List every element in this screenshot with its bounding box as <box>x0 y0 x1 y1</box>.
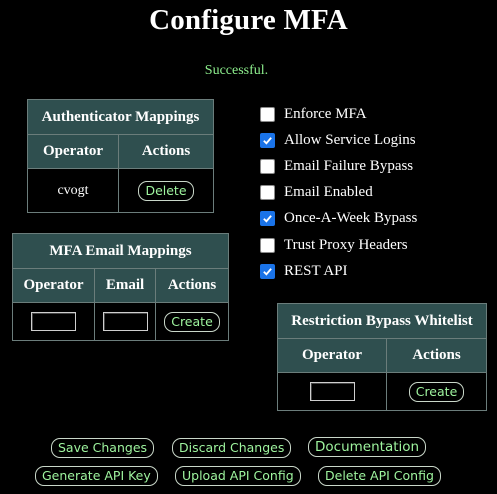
option-once-a-week-bypass[interactable]: Once-A-Week Bypass <box>260 208 417 228</box>
create-whitelist-entry-button[interactable]: Create <box>408 381 465 402</box>
mfa-email-mappings-title: MFA Email Mappings <box>12 233 229 269</box>
checkbox[interactable] <box>260 106 275 122</box>
operator-cell: cvogt <box>27 168 119 213</box>
email-mapping-email-input[interactable] <box>102 312 148 331</box>
operator-input-cell <box>277 372 387 411</box>
option-label: Once-A-Week Bypass <box>284 209 418 226</box>
table-row: Create <box>277 372 487 411</box>
email-mapping-operator-input[interactable] <box>31 312 76 331</box>
whitelist-operator-input[interactable] <box>309 382 355 401</box>
option-enforce-mfa[interactable]: Enforce MFA <box>260 104 367 124</box>
checkbox[interactable] <box>260 237 275 253</box>
generate-api-key-button[interactable]: Generate API Key <box>35 466 158 486</box>
option-allow-service-logins[interactable]: Allow Service Logins <box>260 130 416 150</box>
page-title: Configure MFA <box>149 4 348 36</box>
authenticator-mappings-table: Authenticator Mappings Operator Actions … <box>27 99 214 213</box>
authenticator-mappings-title: Authenticator Mappings <box>27 99 214 135</box>
option-label: Trust Proxy Headers <box>284 236 408 253</box>
email-input-cell <box>94 302 156 341</box>
checkbox[interactable] <box>260 132 275 148</box>
checkmark-icon <box>263 136 272 145</box>
column-header-operator: Operator <box>27 134 119 169</box>
operator-input-cell <box>12 302 95 341</box>
column-header-actions: Actions <box>118 134 214 169</box>
column-header-actions: Actions <box>155 268 229 303</box>
actions-cell: Create <box>155 302 229 341</box>
restriction-bypass-whitelist-table: Restriction Bypass Whitelist Operator Ac… <box>277 303 487 411</box>
mfa-email-mappings-table: MFA Email Mappings Operator Email Action… <box>12 233 229 341</box>
checkbox[interactable] <box>260 158 275 174</box>
table-row: cvogt Delete <box>27 168 214 213</box>
column-header-email: Email <box>94 268 156 303</box>
checkbox[interactable] <box>260 184 275 200</box>
checkbox[interactable] <box>260 210 275 226</box>
discard-changes-button[interactable]: Discard Changes <box>172 438 292 458</box>
status-message: Successful. <box>204 63 269 78</box>
table-row: Create <box>12 302 229 341</box>
documentation-button[interactable]: Documentation <box>308 437 427 457</box>
actions-cell: Delete <box>118 168 214 213</box>
checkbox[interactable] <box>260 263 275 279</box>
actions-cell: Create <box>386 372 487 411</box>
column-header-actions: Actions <box>386 338 487 373</box>
checkmark-icon <box>263 214 272 223</box>
save-changes-button[interactable]: Save Changes <box>51 438 155 458</box>
option-label: Email Failure Bypass <box>284 157 414 174</box>
option-label: REST API <box>284 262 348 279</box>
option-email-enabled[interactable]: Email Enabled <box>260 182 373 202</box>
option-trust-proxy-headers[interactable]: Trust Proxy Headers <box>260 235 408 255</box>
column-header-operator: Operator <box>12 268 95 303</box>
create-email-mapping-button[interactable]: Create <box>164 311 220 332</box>
delete-mapping-button[interactable]: Delete <box>138 180 194 201</box>
option-email-failure-bypass[interactable]: Email Failure Bypass <box>260 156 413 176</box>
column-header-operator: Operator <box>277 338 387 373</box>
delete-api-config-button[interactable]: Delete API Config <box>318 466 441 486</box>
checkmark-icon <box>263 267 272 276</box>
option-label: Email Enabled <box>284 183 373 200</box>
restriction-bypass-whitelist-title: Restriction Bypass Whitelist <box>277 303 487 339</box>
upload-api-config-button[interactable]: Upload API Config <box>175 466 301 486</box>
option-label: Allow Service Logins <box>284 131 416 148</box>
option-label: Enforce MFA <box>284 105 367 122</box>
option-rest-api[interactable]: REST API <box>260 261 348 281</box>
